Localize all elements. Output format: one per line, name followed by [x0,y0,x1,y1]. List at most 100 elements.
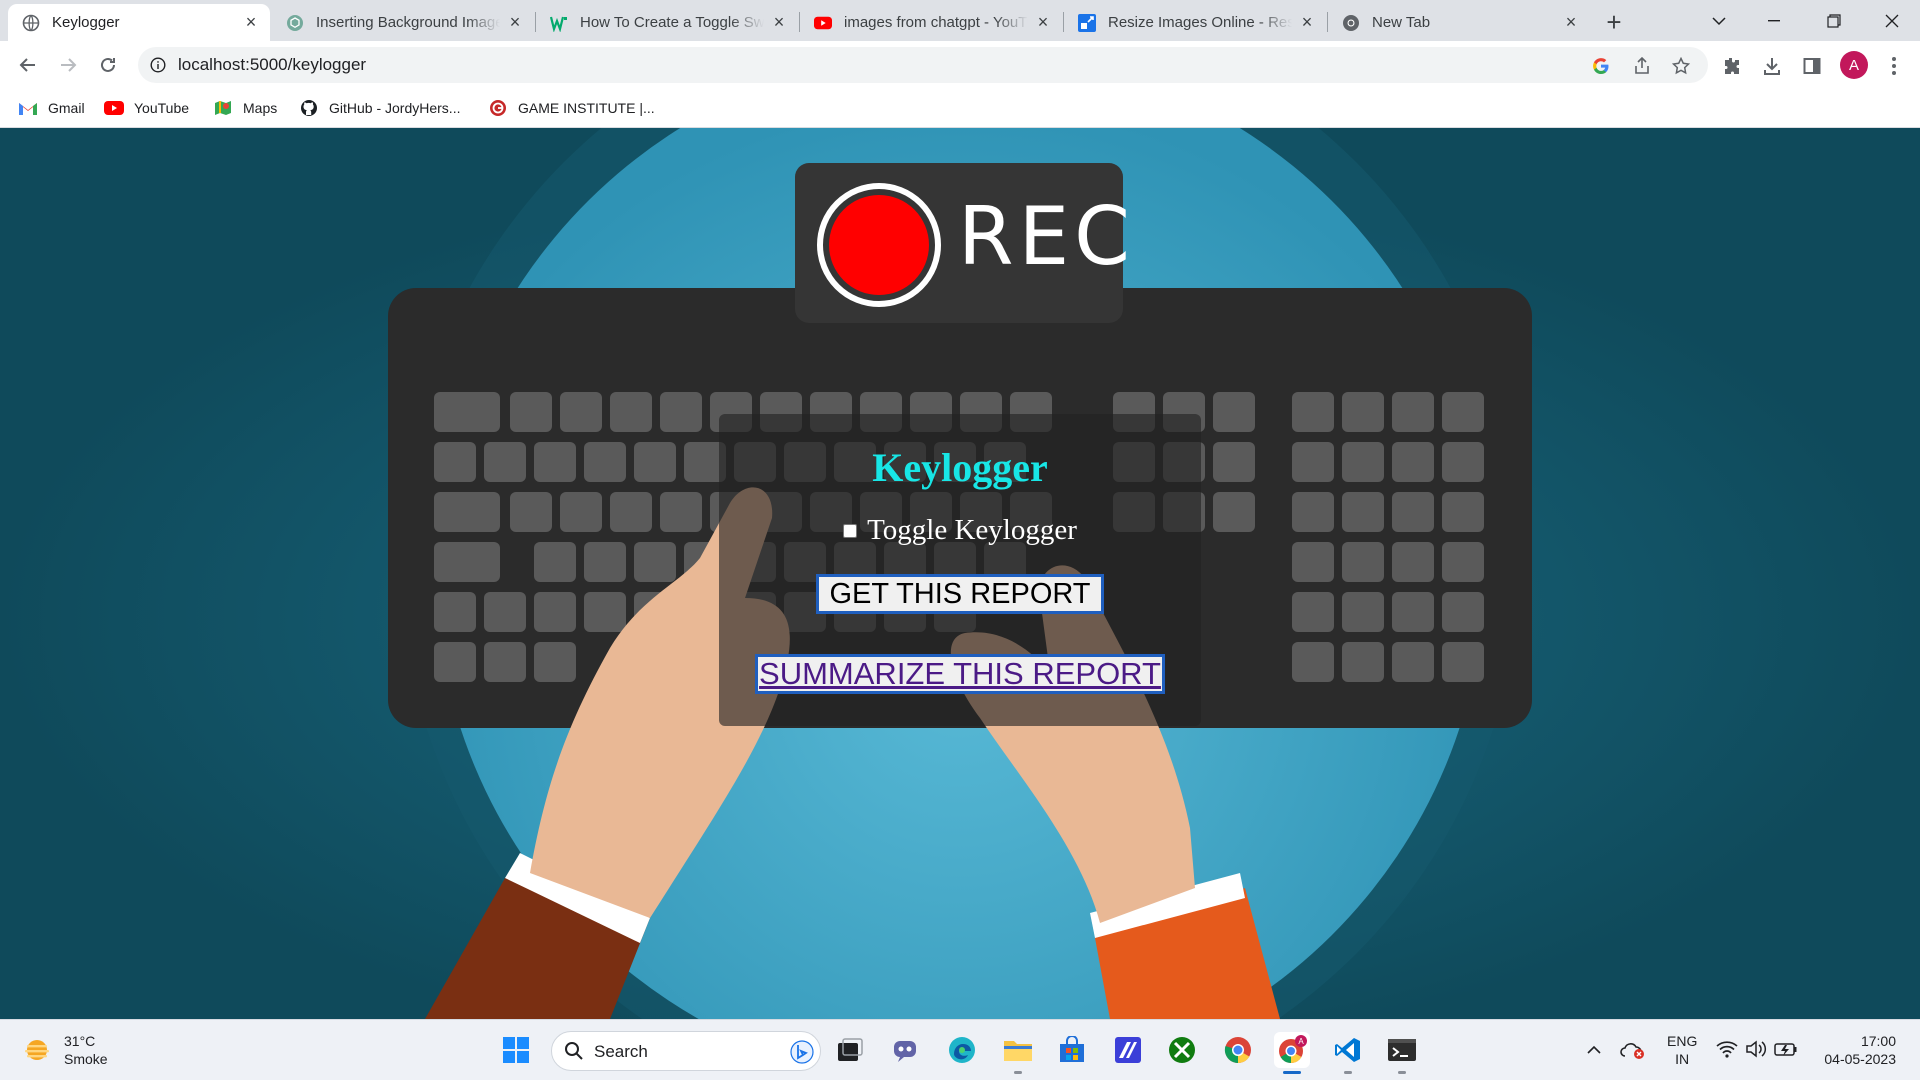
new-tab-button[interactable]: + [1598,6,1630,38]
bookmark-label: GAME INSTITUTE |... [518,100,655,116]
bing-icon[interactable] [790,1040,814,1069]
onedrive-error-icon[interactable] [1620,1038,1646,1062]
tab-youtube[interactable]: images from chatgpt - YouTube × [800,4,1062,41]
chevron-up-icon[interactable] [1582,1038,1606,1062]
keyboard-key [634,442,676,482]
windows-taskbar: 31°C Smoke Search A ENG IN 17:00 04-05-2… [0,1019,1920,1080]
profile-avatar[interactable]: A [1840,51,1868,79]
download-icon[interactable] [1760,54,1784,78]
close-icon[interactable]: × [770,12,788,32]
keyboard-key [1392,392,1434,432]
task-view-icon[interactable] [832,1032,868,1068]
toggle-row: Toggle Keylogger [719,514,1201,547]
mathpix-icon[interactable] [1110,1032,1146,1068]
tab-keylogger[interactable]: Keylogger × [8,4,270,41]
keyboard-key [434,492,500,532]
chevron-down-icon [1712,16,1726,25]
keyboard-key [534,542,576,582]
keyboard-key [584,592,626,632]
bookmark-game-institute[interactable]: GAME INSTITUTE |... [488,97,655,119]
menu-kebab-icon[interactable] [1882,54,1906,78]
side-panel-icon[interactable] [1800,54,1824,78]
bookmark-youtube[interactable]: YouTube [104,97,189,119]
weather-temp: 31°C [64,1033,96,1049]
battery-icon[interactable] [1774,1038,1798,1060]
tab-toggle-switch[interactable]: How To Create a Toggle Switch × [536,4,798,41]
extensions-icon[interactable] [1720,54,1744,78]
xbox-icon[interactable] [1164,1032,1200,1068]
file-explorer-icon[interactable] [1000,1032,1036,1074]
keyboard-key [434,592,476,632]
taskbar-search[interactable]: Search [551,1031,821,1071]
page-title: Keylogger [872,445,1048,490]
chrome-profile-icon[interactable]: A [1274,1032,1310,1074]
start-icon[interactable] [498,1032,534,1068]
back-button[interactable] [12,49,44,81]
toggle-keylogger-label[interactable]: Toggle Keylogger [867,514,1077,547]
keyboard-key [510,392,552,432]
keyboard-key [1442,442,1484,482]
close-icon[interactable]: × [242,12,260,32]
tab-title: images from chatgpt - YouTube [844,14,1028,31]
restore-button[interactable] [1806,0,1862,41]
close-icon[interactable]: × [506,12,524,32]
close-icon [1885,14,1899,27]
weather-desc: Smoke [64,1051,108,1067]
browser-toolbar: localhost:5000/keylogger A [0,41,1920,89]
keyboard-key [1292,592,1334,632]
google-icon[interactable] [1590,55,1612,77]
close-icon[interactable]: × [1298,12,1316,32]
restore-icon [1827,13,1841,28]
keyboard-key [534,442,576,482]
keyboard-key [1342,392,1384,432]
tab-title: Keylogger [52,14,120,31]
terminal-icon[interactable] [1384,1032,1420,1074]
weather-widget[interactable]: 31°C Smoke [22,1032,108,1068]
tab-new-tab[interactable]: New Tab × [1328,4,1590,41]
url-text[interactable]: localhost:5000/keylogger [178,55,366,75]
bookmark-star-icon[interactable] [1670,55,1692,77]
clock-time: 17:00 [1860,1033,1896,1049]
rec-indicator: REC [795,163,1130,323]
lang-code: ENG [1667,1033,1698,1049]
search-icon [564,1041,584,1066]
close-icon[interactable]: × [1034,12,1052,32]
keyboard-key [634,542,676,582]
close-icon[interactable]: × [1562,12,1580,32]
tab-inserting-background[interactable]: Inserting Background Image × [272,4,534,41]
store-icon[interactable] [1054,1032,1090,1068]
running-indicator [1344,1071,1352,1074]
get-report-button[interactable]: GET THIS REPORT [816,574,1104,614]
bookmark-label: Gmail [48,100,85,116]
chrome-icon [1342,14,1360,32]
volume-icon[interactable] [1745,1038,1767,1060]
reload-button[interactable] [92,49,124,81]
bookmark-gmail[interactable]: Gmail [18,97,85,119]
keyboard-key [1342,442,1384,482]
bookmark-maps[interactable]: Maps [213,97,277,119]
tab-resize-images[interactable]: Resize Images Online - Resize × [1064,4,1326,41]
close-window-button[interactable] [1864,0,1920,41]
system-clock[interactable]: 17:00 04-05-2023 [1812,1032,1896,1068]
wifi-icon[interactable] [1716,1038,1738,1060]
chrome-icon[interactable] [1220,1032,1256,1068]
summarize-report-button[interactable]: SUMMARIZE THIS REPORT [755,654,1165,694]
lang-region: IN [1675,1051,1690,1067]
language-indicator[interactable]: ENG IN [1667,1032,1697,1068]
toggle-keylogger-checkbox[interactable] [843,523,858,538]
info-icon[interactable] [148,55,168,75]
vscode-icon[interactable] [1330,1032,1366,1074]
keyboard-key [1342,492,1384,532]
resize-icon [1078,13,1096,32]
keyboard-key [1292,542,1334,582]
address-bar[interactable]: localhost:5000/keylogger [138,47,1708,83]
teams-icon[interactable] [888,1032,924,1068]
tab-search-button[interactable] [1691,0,1747,41]
edge-icon[interactable] [944,1032,980,1068]
forward-button[interactable] [52,49,84,81]
bookmark-github[interactable]: GitHub - JordyHers... [299,97,460,119]
minimize-button[interactable] [1746,0,1802,41]
arrow-right-icon [61,58,77,72]
share-icon[interactable] [1631,55,1653,77]
keyboard-key [484,442,526,482]
